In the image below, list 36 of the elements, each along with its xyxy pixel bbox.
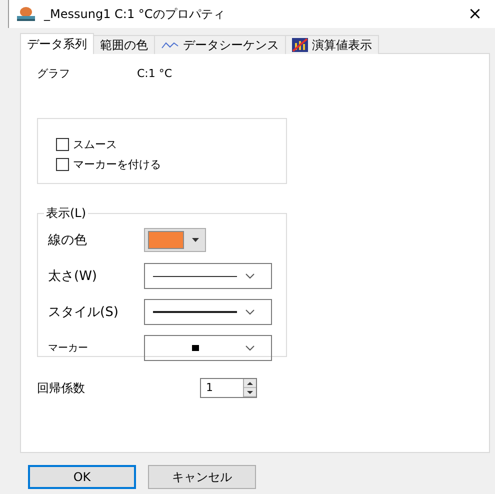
tab[interactable]: 演算値表示 bbox=[285, 35, 379, 54]
spin-down-icon[interactable] bbox=[244, 388, 256, 397]
line-sample-icon bbox=[153, 310, 237, 314]
field-label: 太さ(W) bbox=[48, 268, 98, 285]
checkbox[interactable] bbox=[56, 138, 69, 150]
group-title: 表示(L) bbox=[45, 205, 88, 222]
window-title: _Messung1 C:1 °Cのプロパティ bbox=[44, 6, 226, 22]
tab[interactable]: 範囲の色 bbox=[93, 35, 155, 54]
field-label: 線の色 bbox=[48, 232, 88, 249]
field-label: スタイル(S) bbox=[48, 304, 120, 321]
chevron-down-icon bbox=[245, 273, 255, 279]
dialog-button[interactable]: キャンセル bbox=[148, 465, 256, 489]
chevron-down-icon bbox=[245, 309, 255, 315]
chevron-down-icon bbox=[245, 345, 255, 351]
graph-label: グラフ bbox=[37, 66, 71, 80]
caret-icon bbox=[192, 238, 199, 242]
app-icon bbox=[16, 6, 36, 22]
tab[interactable]: データ系列 bbox=[20, 33, 94, 54]
close-button[interactable]: × bbox=[455, 4, 495, 24]
wave-icon bbox=[161, 41, 179, 49]
checkbox[interactable] bbox=[56, 158, 69, 170]
graph-value: C:1 °C bbox=[137, 66, 172, 80]
dropdown[interactable] bbox=[144, 299, 272, 325]
spin-field[interactable]: 1 bbox=[200, 378, 257, 398]
tab[interactable]: データシーケンス bbox=[154, 35, 286, 54]
regression-label: 回帰係数 bbox=[37, 380, 86, 396]
dialog-button[interactable]: OK bbox=[28, 465, 136, 489]
field-label: マーカー bbox=[48, 342, 89, 355]
color-picker[interactable] bbox=[144, 228, 206, 252]
square-marker-icon bbox=[192, 345, 198, 351]
spin-up-icon[interactable] bbox=[244, 379, 256, 388]
checkbox-label: マーカーを付ける bbox=[73, 156, 161, 172]
chart-icon bbox=[292, 38, 308, 52]
checkbox-label: スムース bbox=[73, 136, 117, 152]
line-sample-icon bbox=[153, 274, 237, 278]
dropdown[interactable] bbox=[144, 263, 272, 289]
